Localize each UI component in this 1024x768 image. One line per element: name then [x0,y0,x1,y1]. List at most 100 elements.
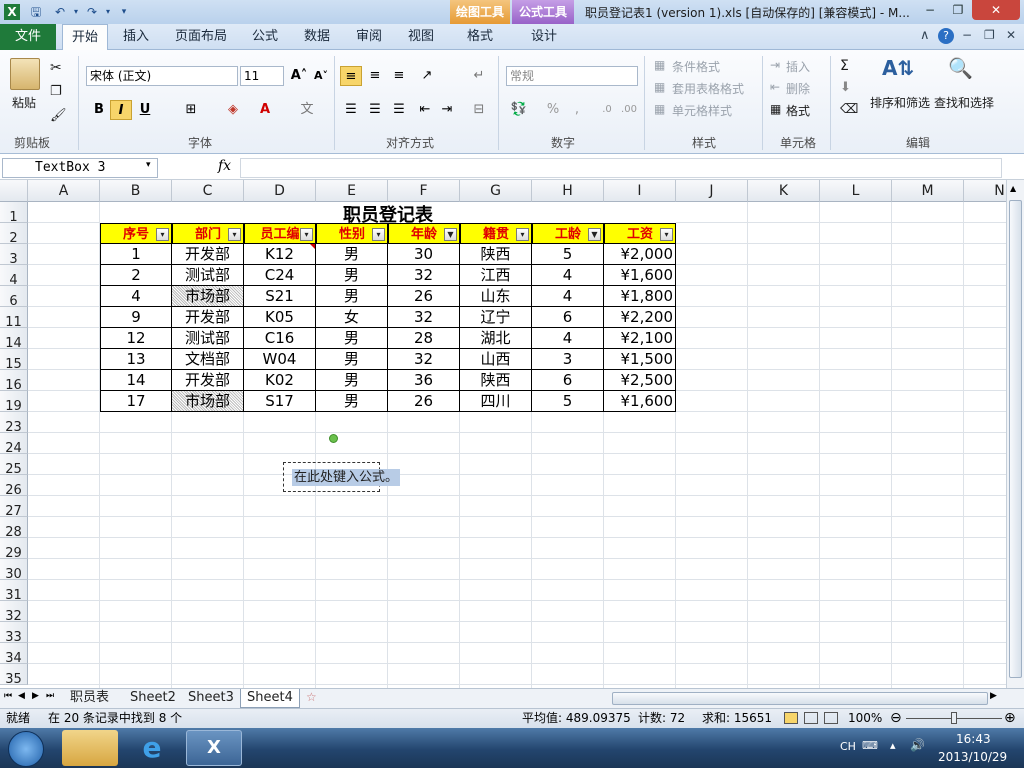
paste-icon[interactable] [10,58,40,90]
filter-dropdown-icon[interactable]: ▾ [156,228,169,241]
table-cell[interactable]: 4 [532,328,604,349]
help-icon[interactable]: ? [938,28,954,44]
column-header[interactable]: B [100,180,172,202]
scroll-up-icon[interactable]: ▲ [1010,184,1016,193]
align-middle-icon[interactable]: ≡ [364,66,386,86]
vertical-scrollbar[interactable]: ▲ [1006,180,1024,688]
wrap-text-icon[interactable]: ↵ [468,66,490,86]
column-header[interactable]: C [172,180,244,202]
table-cell[interactable]: 开发部 [172,370,244,391]
column-header[interactable]: F [388,180,460,202]
table-cell[interactable]: C24 [244,265,316,286]
table-cell[interactable]: 男 [316,265,388,286]
row-header[interactable]: 1 [0,202,28,225]
table-cell[interactable]: 26 [388,391,460,412]
scroll-thumb[interactable] [1009,200,1022,678]
tab-design[interactable]: 设计 [522,24,566,50]
percent-button[interactable]: % [542,100,564,120]
keyboard-icon[interactable]: ⌨ [862,739,878,752]
zoom-in-icon[interactable]: ⊕ [1004,709,1016,727]
row-header[interactable]: 32 [0,601,28,624]
table-cell[interactable]: 32 [388,349,460,370]
table-cell[interactable]: 辽宁 [460,307,532,328]
volume-icon[interactable]: 🔊 [910,738,925,752]
column-header[interactable]: E [316,180,388,202]
table-cell[interactable]: 山东 [460,286,532,307]
conditional-format-button[interactable]: 条件格式 [672,58,720,75]
table-cell[interactable]: 14 [100,370,172,391]
table-cell[interactable]: S17 [244,391,316,412]
row-header[interactable]: 4 [0,265,28,288]
fill-icon[interactable]: ⬇ [840,80,851,95]
filter-dropdown-icon[interactable]: ▾ [300,228,313,241]
table-cell[interactable]: 6 [532,370,604,391]
column-header[interactable]: K [748,180,820,202]
table-cell[interactable]: ¥2,100 [604,328,676,349]
customize-qat-icon[interactable]: ▾ [116,4,132,20]
insert-sheet-icon[interactable]: ☆ [306,690,317,704]
decrease-decimal-icon[interactable]: .00 [618,100,640,120]
column-header[interactable]: G [460,180,532,202]
sheet-tab-sheet2[interactable]: Sheet2 [124,689,182,708]
cell-style-button[interactable]: 单元格样式 [672,102,732,119]
close-button[interactable]: ✕ [972,0,1020,20]
table-cell[interactable]: ¥1,600 [604,265,676,286]
horizontal-scrollbar[interactable] [612,692,988,705]
clock-date[interactable]: 2013/10/29 [938,750,1007,764]
table-cell[interactable]: 30 [388,244,460,265]
table-cell[interactable]: 2 [100,265,172,286]
table-cell[interactable]: 男 [316,391,388,412]
table-cell[interactable]: 测试部 [172,328,244,349]
row-header[interactable]: 3 [0,244,28,267]
table-cell[interactable]: 陕西 [460,244,532,265]
tab-page-layout[interactable]: 页面布局 [168,24,234,50]
table-cell[interactable]: 17 [100,391,172,412]
page-break-view-icon[interactable] [824,712,838,724]
name-box[interactable]: TextBox 3 [2,158,158,178]
tab-file[interactable]: 文件 [0,24,56,50]
table-cell[interactable]: 山西 [460,349,532,370]
align-top-icon[interactable]: ≡ [340,66,362,86]
rotate-handle[interactable] [329,434,338,443]
table-cell[interactable]: 6 [532,307,604,328]
table-cell[interactable]: C16 [244,328,316,349]
tab-insert[interactable]: 插入 [114,24,158,50]
clock-time[interactable]: 16:43 [956,732,991,746]
name-box-dropdown-icon[interactable]: ▾ [146,160,151,170]
table-cell[interactable]: 开发部 [172,244,244,265]
sheet-tab-staff[interactable]: 职员表 [64,689,115,708]
textbox-placeholder[interactable]: 在此处键入公式。 [292,469,401,486]
worksheet-grid[interactable]: A B C D E F G H I J K L M N 1 2 3 4 6 11 14 15 16 19 23 24 25 26 27 2… [0,180,1006,688]
row-header[interactable]: 2 [0,223,28,246]
column-header[interactable]: D [244,180,316,202]
currency-icon[interactable]: 💱 [508,100,530,120]
first-sheet-icon[interactable]: ⏮ [4,691,12,701]
table-cell[interactable]: ¥1,500 [604,349,676,370]
workbook-close-icon[interactable]: ✕ [1006,28,1016,42]
restore-button[interactable]: ❐ [944,0,972,20]
align-left-icon[interactable]: ☰ [340,100,362,120]
row-header[interactable]: 11 [0,307,28,330]
clear-icon[interactable]: ⌫ [840,102,858,117]
align-right-icon[interactable]: ☰ [388,100,410,120]
table-cell[interactable]: 市场部 [172,286,244,307]
table-cell[interactable]: 男 [316,370,388,391]
row-header[interactable]: 23 [0,412,28,435]
row-header[interactable]: 34 [0,643,28,666]
find-select-button[interactable]: 查找和选择 [934,94,994,111]
sheet-tab-sheet3[interactable]: Sheet3 [182,689,240,708]
undo-icon[interactable]: ↶ [52,4,68,20]
filter-dropdown-icon[interactable]: ▾ [228,228,241,241]
minimize-button[interactable]: − [916,0,944,20]
column-header[interactable]: J [676,180,748,202]
table-cell[interactable]: ¥2,000 [604,244,676,265]
align-center-icon[interactable]: ☰ [364,100,386,120]
zoom-out-icon[interactable]: ⊖ [890,709,902,727]
row-header[interactable]: 30 [0,559,28,582]
table-cell[interactable]: 32 [388,307,460,328]
filter-dropdown-icon[interactable]: ▾ [516,228,529,241]
tab-formulas[interactable]: 公式 [244,24,286,50]
page-layout-view-icon[interactable] [804,712,818,724]
row-header[interactable]: 14 [0,328,28,351]
decrease-indent-icon[interactable]: ⇤ [414,100,436,120]
